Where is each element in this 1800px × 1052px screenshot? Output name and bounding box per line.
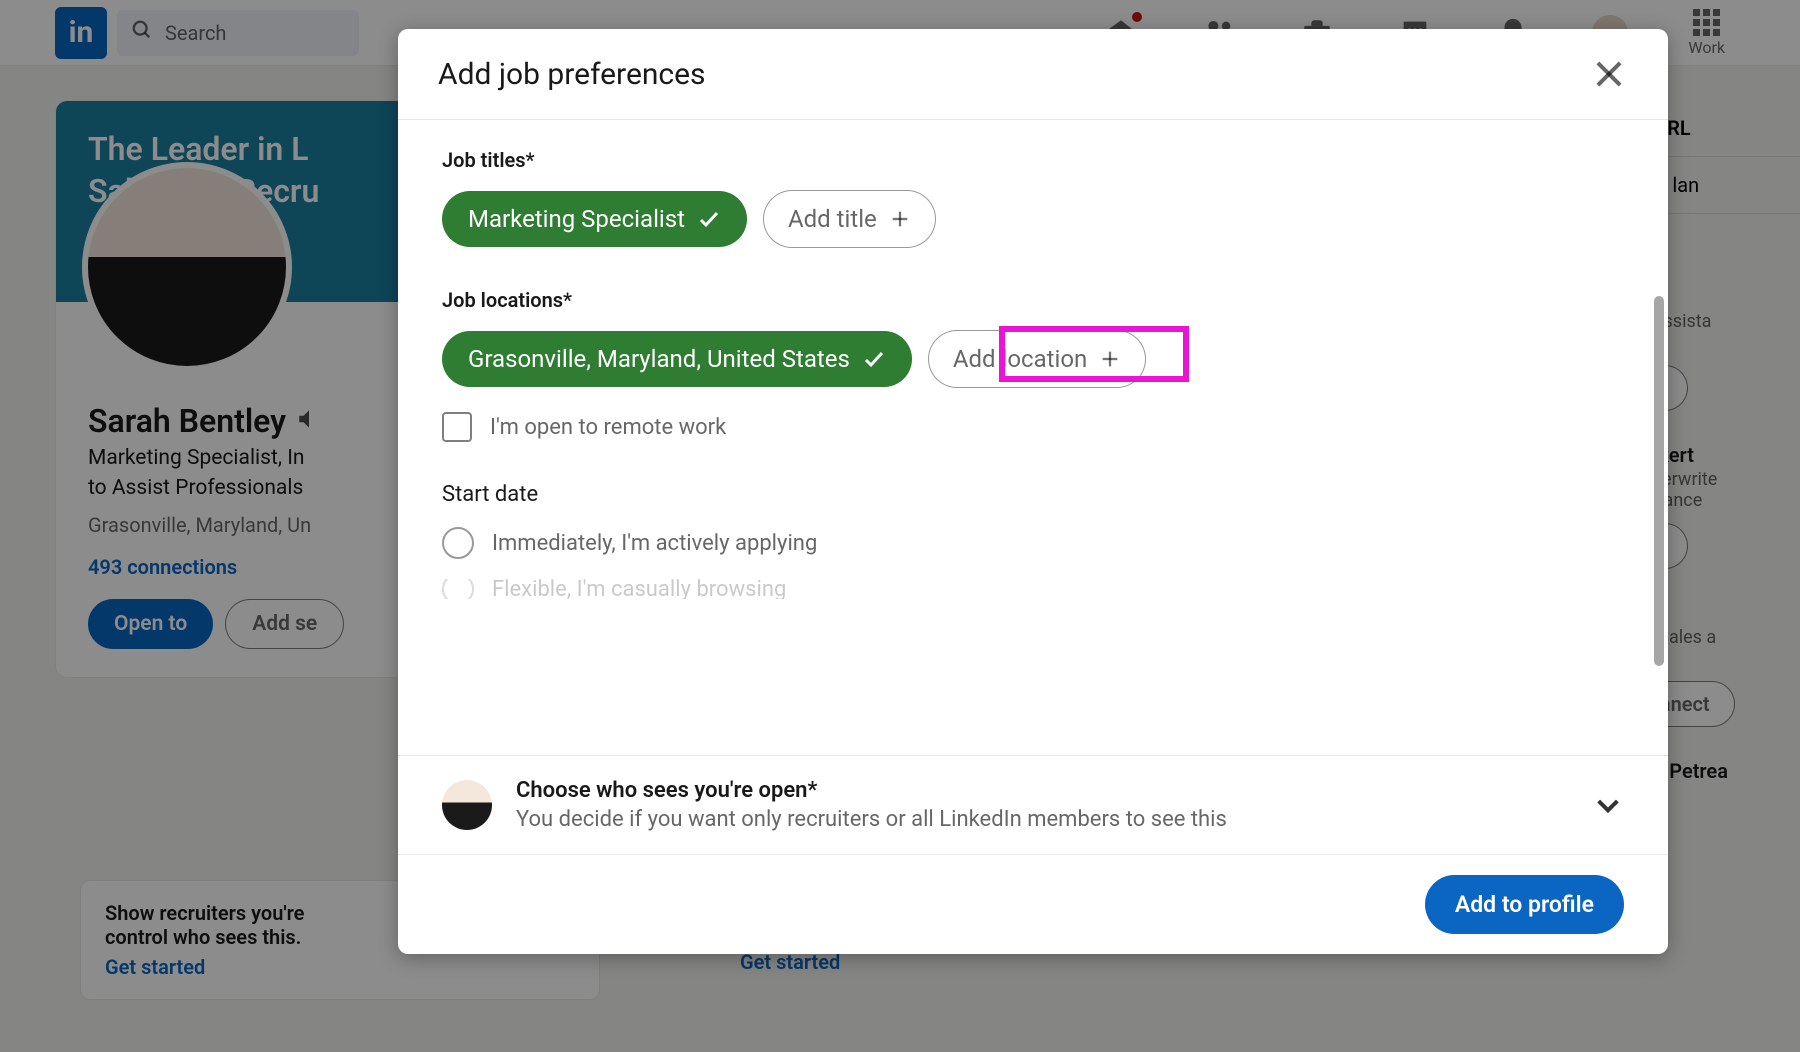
job-location-pill[interactable]: Grasonville, Maryland, United States bbox=[442, 331, 912, 387]
start-date-section: Start date Immediately, I'm actively app… bbox=[442, 482, 1624, 599]
job-titles-label: Job titles* bbox=[442, 148, 1624, 172]
visibility-desc: You decide if you want only recruiters o… bbox=[516, 807, 1568, 832]
add-title-label: Add title bbox=[788, 205, 877, 233]
remote-checkbox-row[interactable]: I'm open to remote work bbox=[442, 412, 1624, 442]
radio-flexible[interactable] bbox=[442, 579, 474, 599]
chevron-down-icon bbox=[1592, 789, 1624, 821]
modal-footer: Add to profile bbox=[398, 854, 1668, 954]
modal-header: Add job preferences bbox=[398, 29, 1668, 120]
modal-title: Add job preferences bbox=[438, 57, 706, 92]
start-date-label: Start date bbox=[442, 482, 1624, 507]
add-to-profile-button[interactable]: Add to profile bbox=[1425, 875, 1624, 934]
close-icon bbox=[1590, 55, 1628, 93]
job-preferences-modal: Add job preferences Job titles* Marketin… bbox=[398, 29, 1668, 954]
radio-label: Immediately, I'm actively applying bbox=[492, 531, 817, 556]
job-titles-section: Job titles* Marketing Specialist Add tit… bbox=[442, 148, 1624, 248]
job-locations-label: Job locations* bbox=[442, 288, 1624, 312]
job-locations-section: Job locations* Grasonville, Maryland, Un… bbox=[442, 288, 1624, 442]
radio-label: Flexible, I'm casually browsing bbox=[492, 579, 786, 599]
plus-icon bbox=[889, 208, 911, 230]
avatar-icon bbox=[442, 780, 492, 830]
remote-checkbox[interactable] bbox=[442, 412, 472, 442]
visibility-title: Choose who sees you're open* bbox=[516, 778, 1568, 803]
check-icon bbox=[862, 347, 886, 371]
pill-text: Grasonville, Maryland, United States bbox=[468, 345, 850, 373]
close-button[interactable] bbox=[1590, 55, 1628, 93]
check-icon bbox=[697, 207, 721, 231]
pill-text: Marketing Specialist bbox=[468, 205, 685, 233]
job-title-pill[interactable]: Marketing Specialist bbox=[442, 191, 747, 247]
radio-immediately[interactable] bbox=[442, 527, 474, 559]
start-option-row[interactable]: Immediately, I'm actively applying bbox=[442, 527, 1624, 559]
scrollbar-thumb[interactable] bbox=[1654, 296, 1664, 666]
remote-label: I'm open to remote work bbox=[490, 415, 726, 440]
start-option-row[interactable]: Flexible, I'm casually browsing bbox=[442, 579, 1624, 599]
modal-body: Job titles* Marketing Specialist Add tit… bbox=[398, 120, 1668, 755]
add-location-button[interactable]: Add location bbox=[928, 330, 1146, 388]
add-title-button[interactable]: Add title bbox=[763, 190, 936, 248]
plus-icon bbox=[1099, 348, 1121, 370]
visibility-section[interactable]: Choose who sees you're open* You decide … bbox=[398, 755, 1668, 854]
add-location-label: Add location bbox=[953, 345, 1087, 373]
